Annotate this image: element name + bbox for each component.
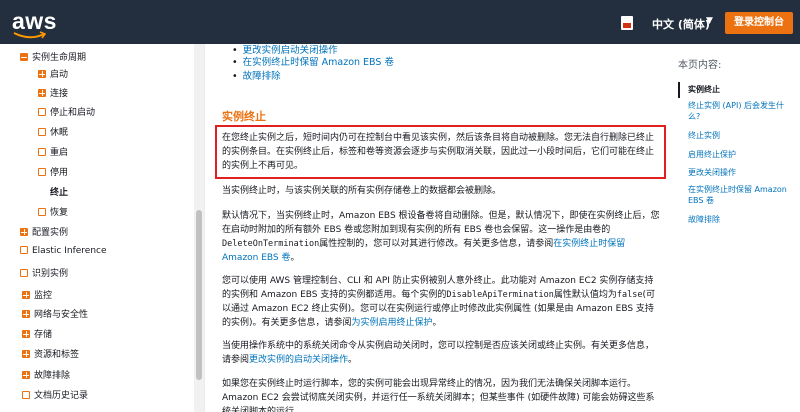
sidebar-item-doc-history[interactable]: 文档历史记录: [22, 388, 88, 401]
expand-icon[interactable]: [22, 350, 30, 358]
sign-in-console-button[interactable]: 登录控制台: [725, 12, 793, 34]
paragraph: 当使用操作系统中的系统关闭命令从实例启动关闭时，您可以控制是否应该关闭或终止实例…: [222, 339, 662, 367]
sidebar-item-label: 存储: [34, 330, 53, 340]
page-icon: [20, 269, 28, 277]
chevron-down-icon[interactable]: ▼: [706, 16, 713, 26]
language-selector[interactable]: 中文 (简体): [652, 16, 710, 32]
main-content: 更改实例启动关闭操作 在实例终止时保留 Amazon EBS 卷 故障排除 实例…: [210, 44, 665, 412]
sidebar-item-recover[interactable]: 恢复: [38, 205, 68, 218]
page-icon: [20, 246, 28, 254]
section-title: 实例终止: [222, 110, 266, 123]
page-icon: [38, 148, 46, 156]
code-text: false: [616, 290, 643, 300]
list-item-link[interactable]: 故障排除: [232, 68, 281, 82]
expand-icon[interactable]: [22, 330, 30, 338]
list-item-link[interactable]: 在实例终止时保留 Amazon EBS 卷: [232, 54, 394, 68]
sidebar-item-terminate[interactable]: 终止: [50, 185, 68, 198]
sidebar-item-label: 停止和启动: [50, 108, 96, 118]
sidebar-item-label: 恢复: [50, 208, 69, 218]
sidebar-item-label: 文档历史记录: [34, 391, 89, 401]
expand-icon[interactable]: [22, 310, 30, 318]
toc-item-preserve-ebs[interactable]: 在实例终止时保留 Amazon EBS 卷: [688, 184, 796, 206]
sidebar-item-hibernate[interactable]: 休眠: [38, 125, 68, 138]
sidebar-item-resources-tags[interactable]: 资源和标签: [22, 347, 79, 360]
sidebar-item-label: 停用: [50, 168, 69, 178]
sidebar-item-reboot[interactable]: 重启: [38, 145, 68, 158]
page-icon: [38, 208, 46, 216]
sidebar-item-label: Elastic Inference: [32, 246, 107, 256]
sidebar-item-storage[interactable]: 存储: [22, 327, 52, 340]
page-icon: [22, 391, 30, 399]
sidebar-item-label: 资源和标签: [34, 350, 80, 360]
toc-item-terminate-instance[interactable]: 终止实例: [688, 130, 796, 141]
sidebar-item-connect[interactable]: 连接: [38, 86, 68, 99]
sidebar-item-label: 启动: [50, 70, 69, 80]
paragraph: 当实例终止时，与该实例关联的所有实例存储卷上的数据都会被删除。: [222, 186, 502, 196]
sidebar-item-monitoring[interactable]: 监控: [22, 288, 52, 301]
termination-protection-link[interactable]: 为实例启用终止保护: [352, 318, 433, 328]
sidebar-item-label: 重启: [50, 148, 69, 158]
sidebar-item-launch[interactable]: 启动: [38, 67, 68, 80]
sidebar-item-instance-lifecycle[interactable]: 实例生命周期: [20, 50, 86, 63]
sidebar-item-network-security[interactable]: 网络与安全性: [22, 307, 88, 320]
sidebar-item-label: 网络与安全性: [34, 310, 89, 320]
shutdown-behavior-link[interactable]: 更改实例的启动关闭操作: [249, 355, 348, 365]
page-icon: [38, 128, 46, 136]
toc-active-indicator: [678, 82, 680, 98]
paragraph: 如果您在实例终止时运行脚本，您的实例可能会出现异常终止的情况，因为我们无法确保关…: [222, 379, 655, 412]
paragraph: 您可以使用 AWS 管理控制台、CLI 和 API 防止实例被别人意外终止。此功…: [222, 274, 662, 330]
expand-icon[interactable]: [20, 228, 28, 236]
sidebar-item-label: 连接: [50, 89, 69, 99]
sidebar-item-elastic-inference[interactable]: Elastic Inference: [20, 246, 107, 256]
toc-title: 本页内容:: [678, 60, 722, 71]
expand-icon[interactable]: [22, 371, 30, 379]
sidebar-scrollbar-thumb[interactable]: [196, 210, 202, 380]
toc-item-change-shutdown[interactable]: 更改关闭操作: [688, 167, 796, 178]
toc-item-enable-protection[interactable]: 启用终止保护: [688, 149, 796, 160]
toc-item-terminate[interactable]: 实例终止: [688, 84, 796, 95]
text: 默认情况下，当实例终止时，Amazon EBS 根设备卷将自动删除。但是，默认情…: [222, 211, 660, 235]
sidebar-item-label: 故障排除: [34, 371, 71, 381]
text: 。: [290, 253, 300, 263]
page-icon: [38, 168, 46, 176]
code-text: DisableApiTermination: [446, 290, 554, 300]
pdf-icon[interactable]: [621, 16, 633, 30]
sidebar-item-label: 识别实例: [32, 269, 69, 279]
sidebar-item-label: 监控: [34, 291, 53, 301]
expand-icon[interactable]: [38, 89, 46, 97]
text: 。: [348, 355, 358, 365]
sidebar-item-label: 终止: [50, 188, 69, 198]
expand-icon[interactable]: [38, 70, 46, 78]
aws-smile-icon: [13, 31, 47, 39]
sidebar-navigation: 实例生命周期 启动 连接 停止和启动 休眠 重启 停用 终止 恢复 配置实例 E…: [0, 44, 205, 412]
top-navigation-bar: aws 中文 (简体) ▼ 登录控制台: [0, 0, 800, 44]
sidebar-item-label: 休眠: [50, 128, 69, 138]
text: 属性默认值均为: [553, 290, 617, 300]
expand-icon[interactable]: [22, 291, 30, 299]
code-text: DeleteOnTermination: [222, 239, 320, 249]
paragraph: 默认情况下，当实例终止时，Amazon EBS 根设备卷将自动删除。但是，默认情…: [222, 209, 662, 265]
collapse-icon[interactable]: [20, 53, 28, 61]
sidebar-item-stop-start[interactable]: 停止和启动: [38, 105, 95, 118]
sidebar-item-label: 实例生命周期: [32, 53, 87, 63]
toc-item-what-happens[interactable]: 终止实例 (API) 后会发生什么?: [688, 100, 796, 122]
highlight-annotation-box: [215, 125, 666, 179]
sidebar-item-identify[interactable]: 识别实例: [20, 266, 68, 279]
sidebar-item-label: 配置实例: [32, 228, 69, 238]
sidebar-item-retire[interactable]: 停用: [38, 165, 68, 178]
text: 。: [432, 318, 442, 328]
page-icon: [38, 108, 46, 116]
toc-item-troubleshooting[interactable]: 故障排除: [688, 214, 796, 225]
sidebar-item-configure[interactable]: 配置实例: [20, 225, 68, 238]
text: 属性控制的，您可以对其进行修改。有关更多信息，请参阅: [319, 239, 554, 249]
on-this-page-toc: 本页内容: 实例终止 终止实例 (API) 后会发生什么? 终止实例 启用终止保…: [672, 44, 800, 412]
sidebar-item-troubleshooting[interactable]: 故障排除: [22, 368, 70, 381]
